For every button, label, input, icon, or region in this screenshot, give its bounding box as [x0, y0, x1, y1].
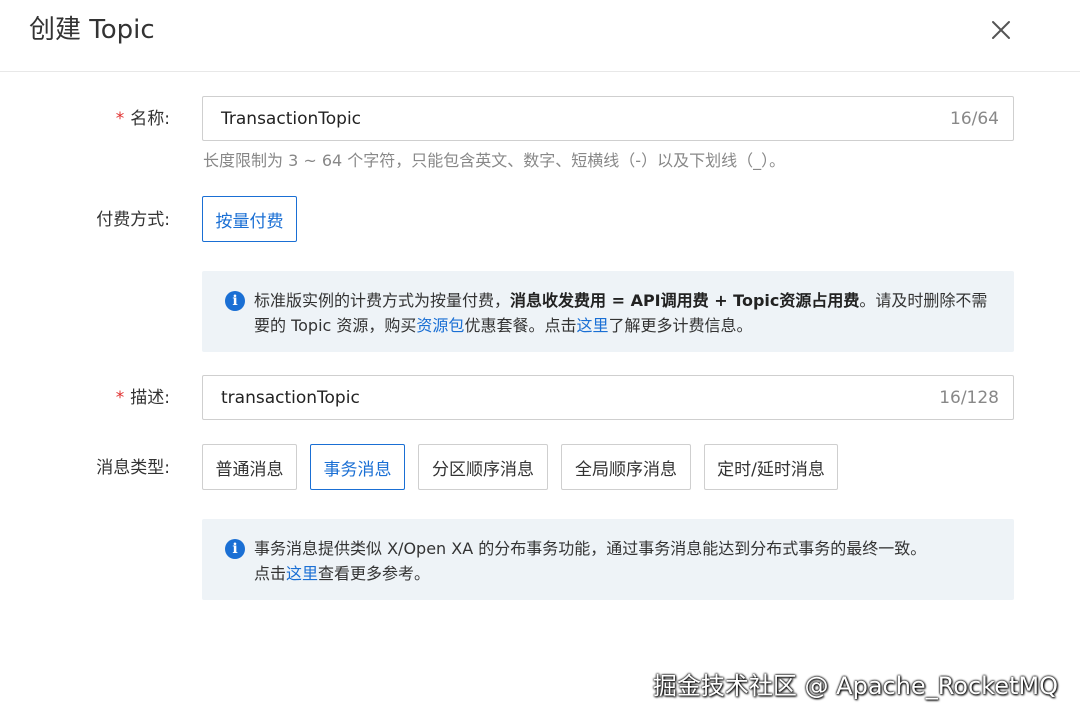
name-input-value: TransactionTopic [221, 109, 362, 129]
dialog-title: 创建 Topic [29, 15, 155, 45]
name-hint: 长度限制为 3 ~ 64 个字符，只能包含英文、数字、短横线（-）以及下划线（_… [203, 151, 786, 170]
name-label: * 名称: [116, 107, 170, 131]
message-type-transaction[interactable]: 事务消息 [310, 444, 405, 490]
message-type-label: 消息类型: [96, 458, 170, 478]
info-icon: i [225, 539, 245, 559]
billing-label: 付费方式: [96, 210, 170, 230]
message-type-delay[interactable]: 定时/延时消息 [704, 444, 838, 490]
name-char-count: 16/64 [950, 109, 999, 129]
billing-info-bold: 消息收发费用 = API调用费 + Topic资源占用费 [510, 291, 860, 310]
dialog-header: 创建 Topic [0, 0, 1080, 72]
required-mark: * [115, 388, 125, 408]
billing-info-text: 标准版实例的计费方式为按量付费，消息收发费用 = API调用费 + Topic资… [254, 288, 994, 338]
description-char-count: 16/128 [939, 388, 999, 408]
close-icon[interactable] [986, 15, 1016, 45]
required-mark: * [115, 109, 125, 129]
billing-info-box: i 标准版实例的计费方式为按量付费，消息收发费用 = API调用费 + Topi… [202, 271, 1014, 352]
description-input[interactable]: transactionTopic 16/128 [202, 375, 1014, 420]
billing-info-t4: 了解更多计费信息。 [608, 316, 753, 335]
billing-info-t3: 优惠套餐。点击 [464, 316, 577, 335]
info-icon: i [225, 291, 245, 311]
description-input-value: transactionTopic [221, 388, 360, 408]
message-info-t2: 点击 [254, 564, 287, 583]
resource-pack-link[interactable]: 资源包 [416, 316, 464, 335]
name-label-text: 名称: [130, 109, 170, 129]
billing-option-pay-as-you-go[interactable]: 按量付费 [202, 196, 297, 242]
message-type-global-order[interactable]: 全局顺序消息 [561, 444, 691, 490]
description-label-text: 描述: [130, 388, 170, 408]
description-label: * 描述: [116, 386, 170, 410]
message-type-info-text: 事务消息提供类似 X/Open XA 的分布事务功能，通过事务消息能达到分布式事… [254, 536, 994, 586]
message-here-link[interactable]: 这里 [286, 564, 318, 583]
watermark: 掘金技术社区 @ Apache_RocketMQ [652, 672, 1058, 700]
name-input[interactable]: TransactionTopic 16/64 [202, 96, 1014, 141]
message-type-info-box: i 事务消息提供类似 X/Open XA 的分布事务功能，通过事务消息能达到分布… [202, 519, 1014, 600]
message-type-normal[interactable]: 普通消息 [202, 444, 297, 490]
billing-info-t1: 标准版实例的计费方式为按量付费， [254, 291, 511, 310]
message-info-t1: 事务消息提供类似 X/Open XA 的分布事务功能，通过事务消息能达到分布式事… [254, 539, 927, 558]
message-type-partition-order[interactable]: 分区顺序消息 [418, 444, 548, 490]
billing-here-link[interactable]: 这里 [576, 316, 608, 335]
message-info-t3: 查看更多参考。 [318, 564, 431, 583]
